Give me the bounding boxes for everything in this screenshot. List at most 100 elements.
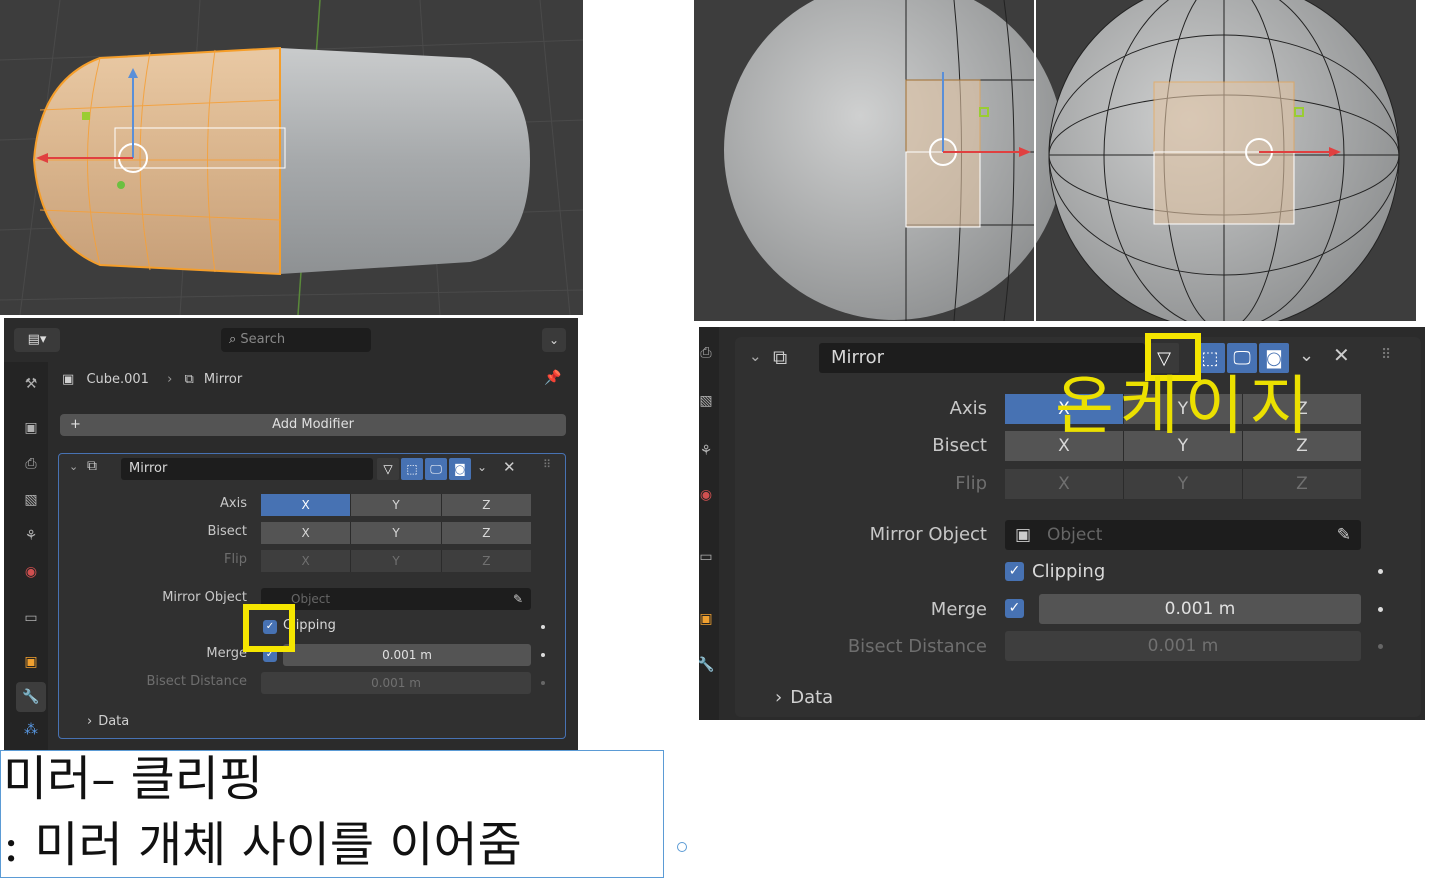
modifier-menu-chevron-icon[interactable]: ⌄: [477, 460, 487, 474]
bisect-distance-keyframe-dot[interactable]: [1378, 644, 1383, 649]
remove-modifier-close-icon[interactable]: ✕: [503, 458, 516, 476]
wrench-icon[interactable]: 🔧: [20, 689, 42, 705]
viewport-display-button[interactable]: 🖵: [1227, 343, 1257, 373]
viewport-capsule[interactable]: [0, 0, 583, 315]
flip-x-toggle[interactable]: X: [261, 550, 352, 572]
world-icon[interactable]: ◉: [20, 564, 42, 580]
flip-z-toggle[interactable]: Z: [441, 550, 531, 572]
render-camera-button[interactable]: ◙: [449, 458, 471, 480]
merge-keyframe-dot[interactable]: [541, 653, 545, 657]
axis-z-toggle[interactable]: Z: [441, 494, 531, 516]
bisect-label: Bisect: [207, 524, 247, 539]
bisect-label: Bisect: [932, 435, 987, 456]
wrench-icon[interactable]: 🔧: [699, 657, 717, 673]
remove-modifier-close-icon[interactable]: ✕: [1333, 343, 1350, 367]
bisect-distance-label: Bisect Distance: [146, 674, 247, 689]
data-subpanel-header[interactable]: › Data: [87, 714, 129, 729]
axis-y-toggle[interactable]: Y: [351, 494, 442, 516]
drag-handle-icon[interactable]: ⠿: [543, 458, 551, 471]
caption-text-box[interactable]: 미러– 클리핑 : 미러 개체 사이를 이어줌: [0, 750, 664, 878]
pin-icon[interactable]: 📌: [544, 370, 561, 386]
scene-icon[interactable]: ⚘: [699, 443, 717, 459]
flip-label: Flip: [224, 552, 247, 567]
object-data-icon: ▣: [62, 372, 75, 387]
object-icon[interactable]: ▣: [20, 654, 42, 670]
text-box-resize-handle[interactable]: [677, 842, 687, 852]
mirror-modifier-box: ⌄ ⧉ Mirror ▽ ⬚ 🖵 ◙ ⌄ ✕ ⠿ Axis X Y Z Bise…: [58, 453, 566, 739]
bisect-distance-label: Bisect Distance: [847, 636, 987, 657]
search-input[interactable]: ⌕ Search: [221, 328, 371, 352]
mirror-modifier-icon: ⧉: [87, 458, 97, 474]
object-icon[interactable]: ▣: [699, 611, 717, 627]
eyedropper-icon[interactable]: ✎: [513, 588, 523, 610]
output-icon[interactable]: ⎙: [20, 456, 42, 472]
modifier-name-field[interactable]: Mirror: [121, 458, 373, 480]
flip-toggle-group: X Y Z: [1005, 469, 1361, 499]
collection-icon[interactable]: ▭: [699, 549, 717, 565]
viewport-spheres[interactable]: [694, 0, 1416, 321]
properties-panel-left: ▤▾ ⌕ Search ⌄ ⚒ ▣ ⎙ ▧ ⚘ ◉ ▭ ▣ 🔧 ⁂ ▣ Cube…: [4, 318, 578, 750]
editor-type-button[interactable]: ▤▾: [14, 328, 60, 352]
axis-x-toggle[interactable]: X: [261, 494, 352, 516]
search-icon: ⌕: [229, 332, 237, 347]
add-modifier-button[interactable]: + Add Modifier: [60, 414, 566, 436]
collapse-chevron-icon[interactable]: ⌄: [749, 347, 762, 365]
eyedropper-icon[interactable]: ✎: [1337, 520, 1351, 550]
handwritten-annotation: 온케이지: [1055, 370, 1315, 444]
bisect-z-toggle[interactable]: Z: [441, 522, 531, 544]
view-layer-icon[interactable]: ▧: [699, 393, 717, 409]
bisect-y-toggle[interactable]: Y: [351, 522, 442, 544]
properties-tab-bar: ⚒ ▣ ⎙ ▧ ⚘ ◉ ▭ ▣ 🔧 ⁂: [4, 362, 48, 750]
clipping-keyframe-dot[interactable]: [541, 625, 545, 629]
merge-distance-field[interactable]: 0.001 m: [283, 644, 531, 666]
collection-icon[interactable]: ▭: [20, 610, 42, 626]
viewport-display-button[interactable]: 🖵: [425, 458, 447, 480]
clipping-highlight-box: [243, 604, 295, 652]
flip-x-toggle[interactable]: X: [1005, 469, 1124, 499]
collapse-chevron-icon[interactable]: ⌄: [69, 460, 78, 473]
render-icon[interactable]: ▣: [20, 420, 42, 436]
bisect-distance-keyframe-dot[interactable]: [541, 681, 545, 685]
merge-label: Merge: [930, 599, 987, 620]
mirror-modifier-icon: ⧉: [184, 372, 194, 387]
modifier-name-field[interactable]: Mirror: [819, 343, 1145, 373]
drag-handle-icon[interactable]: ⠿: [1381, 347, 1391, 363]
render-camera-button[interactable]: ◙: [1259, 343, 1289, 373]
flip-z-toggle[interactable]: Z: [1243, 469, 1361, 499]
mirror-modifier-icon: ⧉: [773, 345, 788, 369]
edit-mode-button[interactable]: ⬚: [401, 458, 423, 480]
clipping-keyframe-dot[interactable]: [1378, 569, 1383, 574]
mirror-object-field[interactable]: ▣ Object ✎: [1005, 520, 1361, 550]
bisect-distance-field[interactable]: 0.001 m: [1005, 631, 1361, 661]
data-subpanel-header[interactable]: › Data: [775, 687, 833, 708]
on-cage-button[interactable]: ▽: [377, 458, 399, 480]
axis-label: Axis: [220, 496, 247, 511]
mirror-object-field[interactable]: Object ✎: [261, 588, 531, 610]
particles-icon[interactable]: ⁂: [20, 722, 42, 738]
modifier-menu-chevron-icon[interactable]: ⌄: [1299, 345, 1314, 366]
output-icon[interactable]: ⎙: [699, 345, 717, 361]
merge-label: Merge: [206, 646, 247, 661]
flip-y-toggle[interactable]: Y: [1124, 469, 1243, 499]
mirror-object-label: Mirror Object: [869, 524, 987, 545]
merge-distance-field[interactable]: 0.001 m: [1039, 594, 1361, 624]
bisect-x-toggle[interactable]: X: [261, 522, 352, 544]
caption-line-1: 미러– 클리핑: [3, 751, 264, 807]
scene-icon[interactable]: ⚘: [20, 528, 42, 544]
world-icon[interactable]: ◉: [699, 487, 717, 503]
flip-y-toggle[interactable]: Y: [351, 550, 442, 572]
axis-label: Axis: [949, 398, 987, 419]
merge-checkbox[interactable]: ✓: [1005, 599, 1024, 618]
mirror-object-label: Mirror Object: [162, 590, 247, 605]
bisect-distance-field[interactable]: 0.001 m: [261, 672, 531, 694]
chevron-right-icon: ›: [87, 714, 93, 729]
chevron-right-icon: ›: [167, 372, 173, 387]
capsule-mesh-render: [0, 0, 583, 315]
clipping-checkbox[interactable]: ✓: [1005, 562, 1024, 581]
flip-toggle-group: X Y Z: [261, 550, 531, 572]
merge-keyframe-dot[interactable]: [1378, 607, 1383, 612]
tool-icon[interactable]: ⚒: [20, 376, 42, 392]
view-layer-icon[interactable]: ▧: [20, 492, 42, 508]
chevron-right-icon: ›: [775, 687, 783, 708]
options-dropdown[interactable]: ⌄: [542, 328, 566, 352]
